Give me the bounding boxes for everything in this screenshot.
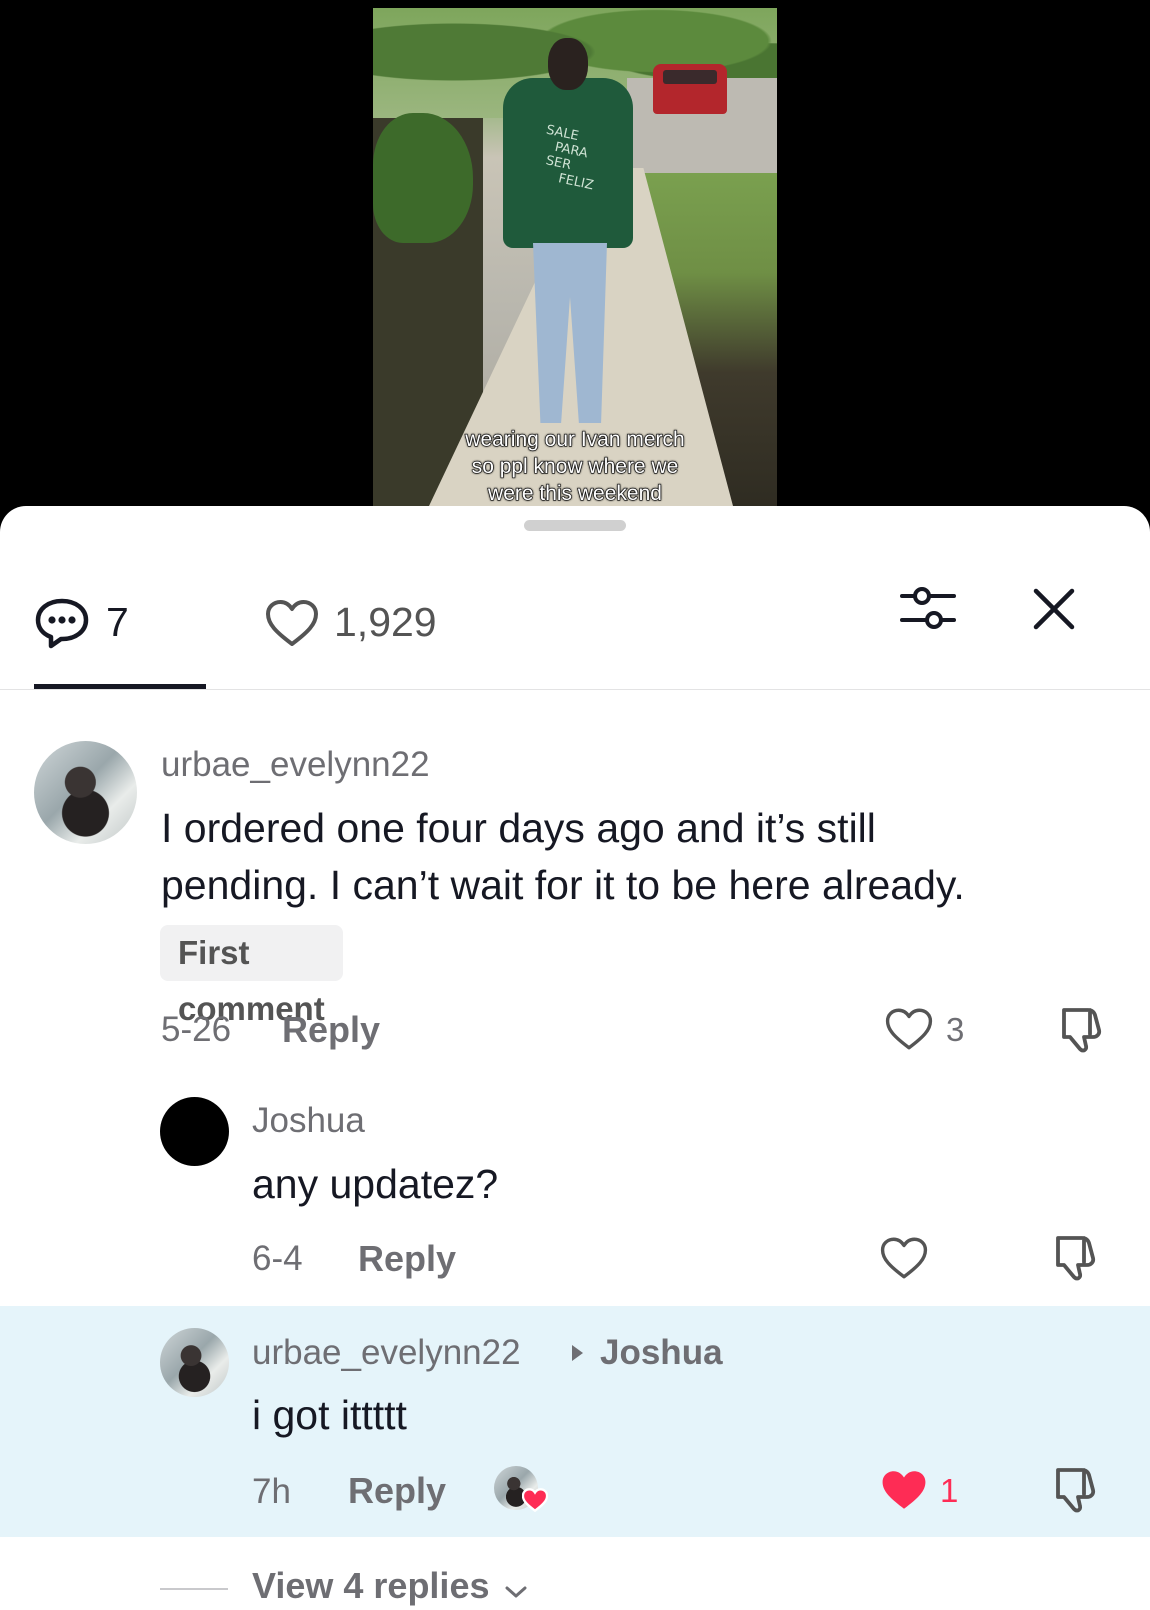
video-car: [653, 64, 727, 114]
dislike-button[interactable]: [1050, 1464, 1100, 1519]
comment-bubble-icon: [34, 597, 90, 649]
avatar[interactable]: [160, 1097, 229, 1166]
video-bush: [373, 113, 473, 243]
filter-sliders-icon: [898, 587, 958, 642]
video-person: SALE PARA SER FELIZ: [503, 38, 633, 423]
chevron-down-icon: [504, 1567, 528, 1609]
reply-to-username[interactable]: Joshua: [600, 1333, 723, 1373]
dislike-icon: [1050, 1236, 1100, 1286]
heart-filled-icon: [879, 1471, 929, 1517]
creator-liked-badge: [494, 1466, 549, 1514]
heart-outline-icon: [879, 1237, 929, 1285]
comment-date: 7h: [252, 1472, 291, 1511]
comment-username[interactable]: urbae_evelynn22: [252, 1333, 521, 1373]
avatar[interactable]: [34, 741, 137, 844]
dislike-button[interactable]: [1050, 1232, 1100, 1287]
comment-like-button[interactable]: [879, 1467, 929, 1518]
view-replies-divider: [160, 1588, 228, 1590]
view-replies-button[interactable]: View 4 replies: [252, 1565, 528, 1609]
comment-text-line: pending. I can’t wait for it to be here …: [161, 862, 965, 908]
filter-button[interactable]: [898, 578, 958, 638]
likes-count: 1,929: [334, 599, 437, 645]
comment-username[interactable]: Joshua: [252, 1101, 365, 1141]
comment-like-count: 3: [946, 1011, 965, 1048]
video-caption-line: were this weekend: [487, 481, 662, 505]
heart-outline-icon: [264, 598, 320, 648]
sheet-drag-handle[interactable]: [524, 520, 626, 531]
heart-outline-icon: [884, 1008, 934, 1056]
reply-button[interactable]: Reply: [358, 1238, 456, 1280]
close-button[interactable]: [1026, 581, 1082, 637]
reply-button[interactable]: Reply: [348, 1470, 446, 1512]
tab-likes[interactable]: 1,929: [264, 556, 437, 689]
comment-text-line: I ordered one four days ago and it’s sti…: [161, 805, 876, 851]
comment-date: 6-4: [252, 1239, 303, 1278]
tab-comments[interactable]: 7: [34, 556, 206, 689]
comment-like-button[interactable]: [884, 1006, 934, 1057]
reply-button[interactable]: Reply: [282, 1009, 380, 1051]
comments-count: 7: [106, 599, 129, 645]
close-icon: [1026, 588, 1082, 641]
comments-tab-bar: 7 1,929: [0, 556, 1150, 690]
hoodie-print: SALE PARA SER FELIZ: [535, 123, 604, 194]
dislike-icon: [1050, 1468, 1100, 1518]
comment-text: any updatez?: [252, 1161, 499, 1207]
video-caption: wearing our Ivan merch so ppl know where…: [373, 426, 777, 506]
heart-filled-icon: [521, 1488, 549, 1517]
video-jeans: [533, 243, 607, 423]
video-player[interactable]: SALE PARA SER FELIZ wearing our Ivan mer…: [373, 8, 777, 506]
video-caption-line: so ppl know where we: [471, 454, 679, 478]
comment-date: 5-26: [161, 1010, 232, 1049]
comment-text: I ordered one four days ago and it’s sti…: [161, 800, 965, 914]
comment-like-button[interactable]: [879, 1235, 929, 1286]
dislike-button[interactable]: [1056, 1004, 1106, 1059]
active-tab-indicator: [34, 684, 206, 689]
comment-like-count: 1: [940, 1472, 959, 1509]
comment-username[interactable]: urbae_evelynn22: [161, 745, 430, 785]
dislike-icon: [1056, 1008, 1106, 1058]
video-hair: [548, 38, 588, 90]
reply-to-arrow-icon: [572, 1345, 583, 1361]
first-comment-badge: First comment: [160, 925, 343, 1027]
avatar[interactable]: [160, 1328, 229, 1397]
video-caption-line: wearing our Ivan merch: [465, 427, 686, 451]
view-replies-label: View 4 replies: [252, 1565, 490, 1606]
comment-text: i got ittttt: [252, 1392, 407, 1438]
